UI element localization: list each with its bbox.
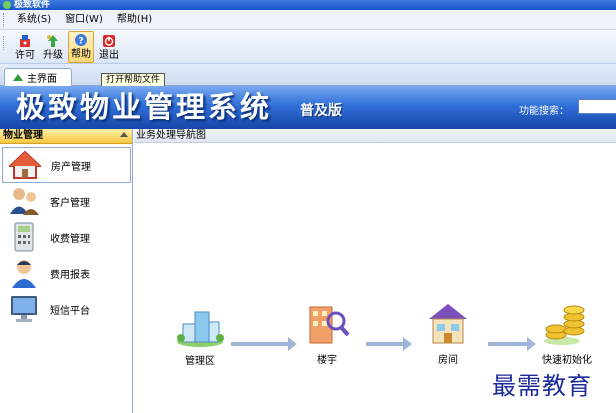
tab-main[interactable]: 主界面 [4,68,72,86]
sidebar-item-customers[interactable]: 客户管理 [2,183,131,219]
flow-node-quick-init[interactable]: 快速初始化 [542,301,592,366]
upgrade-button[interactable]: 升级 [40,31,66,63]
app-logo-icon [3,1,11,9]
sidebar-item-label: 收费管理 [50,233,90,245]
sidebar-item-label: 房产管理 [51,161,91,173]
app-banner: 极致物业管理系统 普及版 功能搜索： [0,86,616,129]
sidebar-item-label: 费用报表 [50,269,90,281]
license-label: 许可 [15,50,35,61]
calculator-icon [14,222,34,252]
upgrade-label: 升级 [43,50,63,61]
district-buildings-icon [177,311,224,347]
sidebar-item-billing[interactable]: 收费管理 [2,219,131,255]
monitor-icon [11,296,37,322]
sidebar-item-sms[interactable]: 短信平台 [2,291,131,327]
menu-bar: 系统(S) 窗口(W) 帮助(H) [0,10,616,30]
room-house-icon [429,304,467,344]
flow-node-building[interactable]: 楼宇 [304,299,350,366]
banner-edition: 普及版 [300,103,342,119]
sidebar-item-property[interactable]: 房产管理 [2,147,131,183]
app-window: 极致软件 系统(S) 窗口(W) 帮助(H) 许可 升级 ? 帮助 退出 主界面 [0,0,616,413]
flow-node-district[interactable]: 管理区 [175,306,225,367]
user-report-icon [12,260,36,288]
tab-main-label: 主界面 [27,74,57,85]
banner-title: 极致物业管理系统 [16,90,273,124]
tab-strip: 主界面 [0,64,616,86]
exit-label: 退出 [99,50,119,61]
menu-grip [3,12,5,27]
flow-label: 快速初始化 [542,355,592,366]
sidebar-header-label: 物业管理 [3,130,43,141]
customers-icon [10,188,39,215]
flow-label: 楼宇 [317,355,337,366]
building-magnifier-icon [309,306,350,344]
watermark-text: 最需教育 [492,372,592,400]
flow-node-room[interactable]: 房间 [426,301,470,366]
help-button[interactable]: ? 帮助 [68,31,94,63]
flow-arrow [488,337,536,351]
flow-arrow [231,337,297,351]
house-icon [9,150,41,179]
sidebar-item-label: 短信平台 [50,305,90,317]
help-tooltip: 打开帮助文件 [101,73,166,87]
svg-text:?: ? [78,37,83,47]
flow-arrow [366,337,412,351]
sidebar-item-label: 客户管理 [50,197,90,209]
sidebar-item-expense-report[interactable]: 费用报表 [2,255,131,291]
license-button[interactable]: 许可 [12,31,38,63]
help-label: 帮助 [71,49,91,60]
function-search-input[interactable] [578,99,616,114]
menu-window[interactable]: 窗口(W) [58,11,110,29]
toolbar: 许可 升级 ? 帮助 退出 [0,30,616,64]
title-bar: 极致软件 [0,0,616,10]
main-header: 业务处理导航图 [134,129,616,143]
flow-label: 房间 [438,355,458,366]
coins-icon [544,305,585,345]
exit-button[interactable]: 退出 [96,31,122,63]
sidebar: 物业管理 房产管理 客户管理 收费管理 费用报表 短信平台 [0,129,133,413]
help-icon: ? [75,34,87,47]
menu-system[interactable]: 系统(S) [10,11,58,29]
flow-label: 管理区 [185,356,215,367]
window-title: 极致软件 [14,0,51,10]
function-search-label: 功能搜索： [519,106,569,117]
exit-icon [103,35,115,47]
upgrade-icon [47,35,58,47]
toolbar-grip [3,36,5,50]
license-icon [20,35,30,47]
collapse-icon[interactable] [120,132,128,137]
menu-help[interactable]: 帮助(H) [110,11,159,29]
sidebar-header[interactable]: 物业管理 [0,129,132,144]
home-icon [13,74,23,81]
